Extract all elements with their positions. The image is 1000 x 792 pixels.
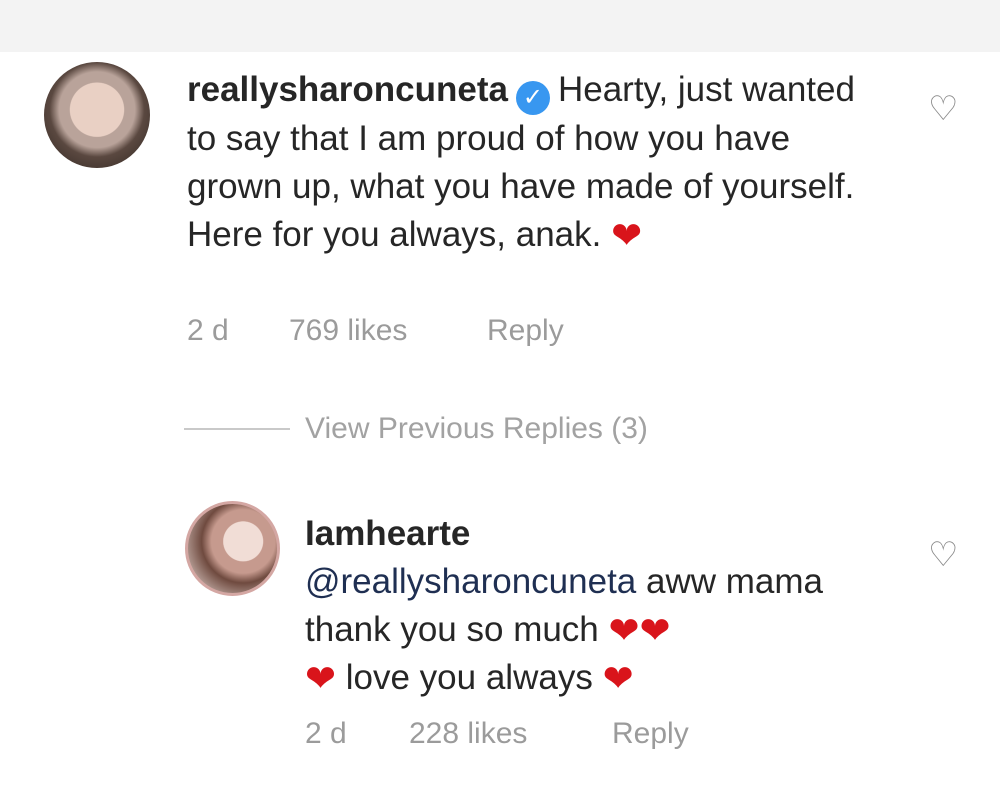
reply-comment-reply-button[interactable]: Reply <box>612 716 689 752</box>
reply-comment-time: 2 d <box>305 717 347 750</box>
red-heart-emoji: ❤ <box>611 215 643 256</box>
reply-comment-likes[interactable]: 228 likes <box>409 716 527 752</box>
commenter-avatar[interactable] <box>44 62 150 168</box>
like-heart-icon[interactable]: ♡ <box>928 92 962 126</box>
top-background <box>0 0 1000 52</box>
red-hearts-emoji: ❤❤ <box>608 610 671 651</box>
main-comment-meta: 2 d 769 likes Reply <box>187 313 587 349</box>
reply-mention-link[interactable]: @reallysharoncuneta <box>305 562 636 601</box>
reply-like-heart-icon[interactable]: ♡ <box>928 538 962 572</box>
main-comment-username[interactable]: reallysharoncuneta <box>187 70 508 109</box>
view-previous-replies-link[interactable]: View Previous Replies (3) <box>305 410 648 448</box>
verified-badge-icon: ✓ <box>515 81 550 115</box>
reply-comment: Iamhearte @reallysharoncuneta aww mama t… <box>305 510 875 702</box>
reply-comment-meta: 2 d 228 likes Reply <box>305 716 725 752</box>
main-comment-likes[interactable]: 769 likes <box>289 313 407 349</box>
replies-divider <box>184 428 290 430</box>
main-comment-time: 2 d <box>187 314 229 347</box>
red-heart-emoji-reply-start: ❤ <box>305 658 337 699</box>
reply-text-line-2: love you always <box>345 658 593 697</box>
reply-username[interactable]: Iamhearte <box>305 510 875 558</box>
red-heart-emoji-reply-end: ❤ <box>602 658 634 699</box>
main-comment-reply-button[interactable]: Reply <box>487 313 564 349</box>
main-comment: reallysharoncuneta ✓ Hearty, just wanted t… <box>187 66 877 259</box>
reply-avatar[interactable] <box>185 501 280 596</box>
